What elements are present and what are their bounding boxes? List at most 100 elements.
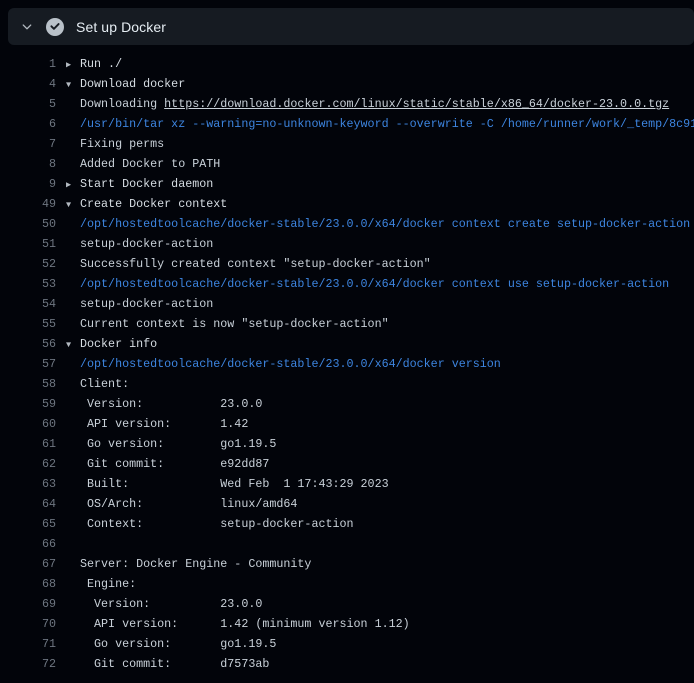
group-title: Create Docker context (80, 197, 227, 211)
step-title: Set up Docker (76, 19, 166, 35)
group-header[interactable]: ▶Run ./ (56, 54, 122, 74)
group-header[interactable]: ▶Start Docker daemon (56, 174, 213, 194)
line-content: Server: Docker Engine - Community (56, 554, 311, 574)
log-text: /opt/hostedtoolcache/docker-stable/23.0.… (80, 217, 690, 231)
line-content: Version: 23.0.0 (56, 394, 262, 414)
log-line: 69 Version: 23.0.0 (0, 594, 694, 614)
log-text: Built: Wed Feb 1 17:43:29 2023 (80, 477, 389, 491)
log-text: Version: 23.0.0 (80, 397, 262, 411)
line-number[interactable]: 63 (0, 474, 56, 494)
log-text: Version: 23.0.0 (80, 597, 262, 611)
line-number[interactable]: 60 (0, 414, 56, 434)
line-content: Current context is now "setup-docker-act… (56, 314, 389, 334)
log-line: 4▼Download docker (0, 74, 694, 94)
log-text: Current context is now "setup-docker-act… (80, 317, 389, 331)
chevron-down-icon[interactable] (19, 19, 35, 35)
line-content: Engine: (56, 574, 136, 594)
line-number[interactable]: 66 (0, 534, 56, 554)
line-number[interactable]: 58 (0, 374, 56, 394)
line-number[interactable]: 69 (0, 594, 56, 614)
line-number[interactable]: 6 (0, 114, 56, 134)
log-line: 67 Server: Docker Engine - Community (0, 554, 694, 574)
log-text: API version: 1.42 (80, 417, 248, 431)
line-content: API version: 1.42 (56, 414, 248, 434)
log-text: /opt/hostedtoolcache/docker-stable/23.0.… (80, 277, 669, 291)
step-header[interactable]: Set up Docker (8, 8, 694, 45)
log-line: 64 OS/Arch: linux/amd64 (0, 494, 694, 514)
expand-arrow-icon: ▶ (66, 175, 80, 195)
expand-arrow-icon: ▶ (66, 55, 80, 75)
log-text: setup-docker-action (80, 297, 213, 311)
line-content: Context: setup-docker-action (56, 514, 354, 534)
log-line: 53/opt/hostedtoolcache/docker-stable/23.… (0, 274, 694, 294)
log-text: /usr/bin/tar xz --warning=no-unknown-key… (80, 117, 694, 131)
line-number[interactable]: 55 (0, 314, 56, 334)
log-line: 55 Current context is now "setup-docker-a… (0, 314, 694, 334)
line-number[interactable]: 70 (0, 614, 56, 634)
log-line: 60 API version: 1.42 (0, 414, 694, 434)
line-content: Version: 23.0.0 (56, 594, 262, 614)
log-line: 9▶Start Docker daemon (0, 174, 694, 194)
group-title: Start Docker daemon (80, 177, 213, 191)
collapse-arrow-icon: ▼ (66, 75, 80, 95)
line-content: Added Docker to PATH (56, 154, 220, 174)
line-number[interactable]: 52 (0, 254, 56, 274)
line-number[interactable]: 71 (0, 634, 56, 654)
log-line: 51 setup-docker-action (0, 234, 694, 254)
log-line: 56▼Docker info (0, 334, 694, 354)
log-text: API version: 1.42 (minimum version 1.12) (80, 617, 410, 631)
line-content: Built: Wed Feb 1 17:43:29 2023 (56, 474, 389, 494)
line-number[interactable]: 53 (0, 274, 56, 294)
line-number[interactable]: 9 (0, 174, 56, 194)
line-number[interactable]: 59 (0, 394, 56, 414)
line-number[interactable]: 7 (0, 134, 56, 154)
log-text: setup-docker-action (80, 237, 213, 251)
line-number[interactable]: 68 (0, 574, 56, 594)
group-header[interactable]: ▼Docker info (56, 334, 157, 354)
line-number[interactable]: 8 (0, 154, 56, 174)
line-number[interactable]: 57 (0, 354, 56, 374)
line-number[interactable]: 72 (0, 654, 56, 674)
line-number[interactable]: 61 (0, 434, 56, 454)
log-line: 52Successfully created context "setup-do… (0, 254, 694, 274)
group-title: Download docker (80, 77, 185, 91)
collapse-arrow-icon: ▼ (66, 335, 80, 355)
log-line: 1▶Run ./ (0, 54, 694, 74)
log-text: Client: (80, 377, 129, 391)
log-line: 72 Git commit: d7573ab (0, 654, 694, 674)
log-container: 1▶Run ./4▼Download docker5Downloading ht… (0, 44, 694, 683)
log-line: 8 Added Docker to PATH (0, 154, 694, 174)
line-number[interactable]: 64 (0, 494, 56, 514)
line-number[interactable]: 56 (0, 334, 56, 354)
line-number[interactable]: 50 (0, 214, 56, 234)
log-line: 71 Go version: go1.19.5 (0, 634, 694, 654)
log-text: Downloading (80, 97, 164, 111)
group-title: Run ./ (80, 57, 122, 71)
log-text: Context: setup-docker-action (80, 517, 354, 531)
log-text: Go version: go1.19.5 (80, 637, 276, 651)
log-text: Server: Docker Engine - Community (80, 557, 311, 571)
line-content: OS/Arch: linux/amd64 (56, 494, 297, 514)
log-text: Fixing perms (80, 137, 164, 151)
line-number[interactable]: 1 (0, 54, 56, 74)
line-number[interactable]: 4 (0, 74, 56, 94)
log-text: Go version: go1.19.5 (80, 437, 276, 451)
line-content: Git commit: d7573ab (56, 654, 269, 674)
log-line: 6/usr/bin/tar xz --warning=no-unknown-ke… (0, 114, 694, 134)
line-number[interactable]: 67 (0, 554, 56, 574)
line-number[interactable]: 62 (0, 454, 56, 474)
line-content: Git commit: e92dd87 (56, 454, 269, 474)
log-text: Added Docker to PATH (80, 157, 220, 171)
line-number[interactable]: 54 (0, 294, 56, 314)
line-number[interactable]: 5 (0, 94, 56, 114)
log-line: 61 Go version: go1.19.5 (0, 434, 694, 454)
line-number[interactable]: 49 (0, 194, 56, 214)
log-line: 7 Fixing perms (0, 134, 694, 154)
log-text: Git commit: d7573ab (80, 657, 269, 671)
line-number[interactable]: 51 (0, 234, 56, 254)
line-content: Fixing perms (56, 134, 164, 154)
group-header[interactable]: ▼Create Docker context (56, 194, 227, 214)
line-number[interactable]: 65 (0, 514, 56, 534)
log-link[interactable]: https://download.docker.com/linux/static… (164, 97, 669, 111)
group-header[interactable]: ▼Download docker (56, 74, 185, 94)
